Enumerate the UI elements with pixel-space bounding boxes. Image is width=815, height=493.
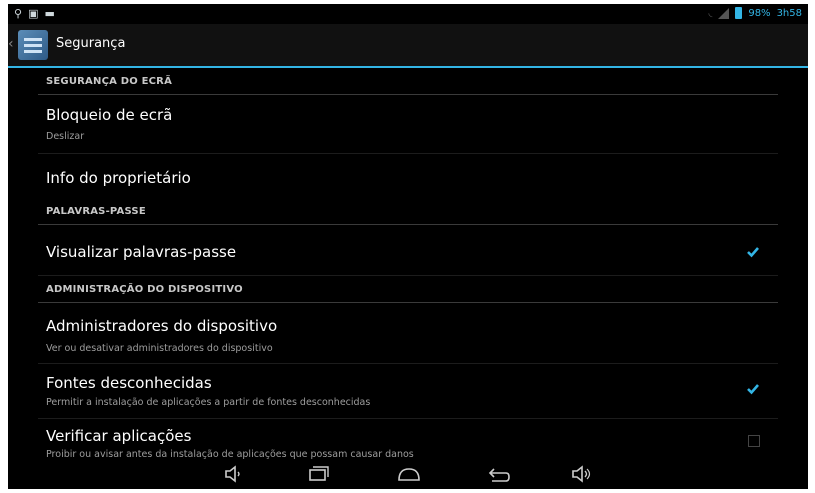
pref-title: Fontes desconhecidas: [46, 374, 212, 392]
home-icon[interactable]: [396, 463, 422, 485]
status-icons-left: ⚲ ▣ ▬: [14, 7, 55, 21]
pref-title: Administradores do dispositivo: [46, 317, 278, 335]
up-caret-icon[interactable]: ‹: [8, 36, 14, 52]
pref-screen-lock[interactable]: Bloqueio de ecrã Deslizar: [38, 95, 778, 154]
page-title: Segurança: [56, 36, 126, 51]
back-icon[interactable]: [486, 463, 512, 485]
signal-icon: [718, 7, 730, 19]
pref-summary: Permitir a instalação de aplicações a pa…: [46, 397, 371, 408]
notification-icon: ▬: [44, 7, 55, 20]
settings-app-icon[interactable]: [18, 30, 48, 60]
recent-apps-icon[interactable]: [304, 463, 330, 485]
pref-title: Visualizar palavras-passe: [46, 243, 237, 261]
pref-title: Info do proprietário: [46, 169, 191, 187]
clock: 3h58: [776, 7, 802, 19]
section-title: SEGURANÇA DO ECRÃ: [46, 76, 173, 87]
pref-summary: Ver ou desativar administradores do disp…: [46, 343, 273, 354]
pref-show-passwords[interactable]: Visualizar palavras-passe: [38, 225, 778, 276]
pref-title: Verificar aplicações: [46, 427, 192, 445]
pref-owner-info[interactable]: Info do proprietário: [38, 154, 778, 198]
volume-down-icon[interactable]: [220, 463, 246, 485]
checkbox-checked-icon[interactable]: [746, 382, 760, 396]
status-icons-right: ◟ 98% 3h58: [708, 7, 802, 19]
section-header-device-admin: ADMINISTRAÇÃO DO DISPOSITIVO: [38, 276, 778, 303]
wifi-icon: ◟: [708, 7, 713, 19]
battery-icon: [735, 7, 743, 19]
pref-title: Bloqueio de ecrã: [46, 106, 173, 124]
section-header-passwords: PALAVRAS-PASSE: [38, 198, 778, 225]
usb-icon: ⚲: [14, 7, 23, 20]
status-bar: ⚲ ▣ ▬ ◟ 98% 3h58: [8, 4, 808, 24]
image-icon: ▣: [28, 7, 39, 20]
section-title: PALAVRAS-PASSE: [46, 206, 146, 217]
checkbox-unchecked-icon[interactable]: [748, 435, 760, 447]
section-header-screen-security: SEGURANÇA DO ECRÃ: [38, 68, 778, 95]
volume-up-icon[interactable]: [568, 463, 594, 485]
android-screen: ⚲ ▣ ▬ ◟ 98% 3h58 ‹ Segurança SEGURANÇA D…: [8, 4, 808, 489]
pref-device-admins[interactable]: Administradores do dispositivo Ver ou de…: [38, 303, 778, 364]
section-title: ADMINISTRAÇÃO DO DISPOSITIVO: [46, 284, 243, 295]
action-bar[interactable]: ‹ Segurança: [8, 24, 808, 67]
battery-level: 98%: [748, 7, 771, 19]
checkbox-checked-icon[interactable]: [746, 245, 760, 259]
navigation-bar: [8, 459, 808, 489]
preference-list[interactable]: SEGURANÇA DO ECRÃ Bloqueio de ecrã Desli…: [8, 68, 808, 469]
pref-unknown-sources[interactable]: Fontes desconhecidas Permitir a instalaç…: [38, 364, 778, 419]
pref-summary: Deslizar: [46, 131, 85, 142]
